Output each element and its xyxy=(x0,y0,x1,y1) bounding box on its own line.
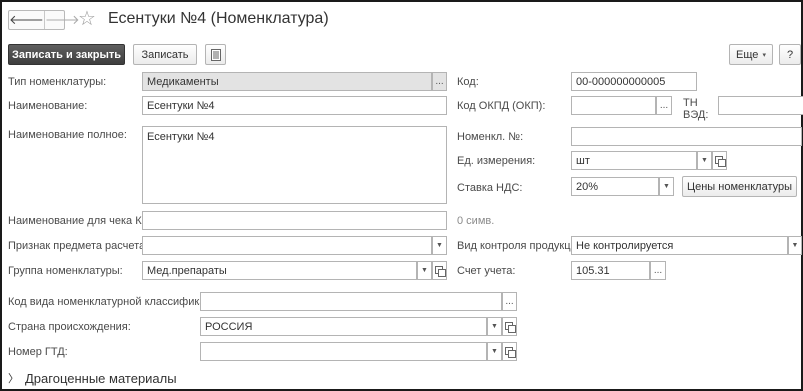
classification-label: Код вида номенклатурной классификации: xyxy=(8,296,228,308)
control-type-dropdown[interactable]: ▼ xyxy=(788,236,802,255)
classification-select-button[interactable]: ... xyxy=(502,292,517,311)
more-button[interactable]: Еще ▾ xyxy=(729,44,773,65)
gtd-open-button[interactable] xyxy=(502,342,517,361)
report-button[interactable] xyxy=(205,44,226,65)
dropdown-arrow-icon: ▼ xyxy=(491,323,498,330)
gtd-field[interactable] xyxy=(200,342,487,361)
group-label: Группа номенклатуры: xyxy=(8,265,123,277)
unit-field[interactable]: шт xyxy=(571,151,697,170)
unit-dropdown[interactable]: ▼ xyxy=(697,151,712,170)
code-label: Код: xyxy=(457,76,479,88)
group-field[interactable]: Мед.препараты xyxy=(142,261,417,280)
group-open-button[interactable] xyxy=(432,261,447,280)
forward-arrow-icon[interactable]: 🡒 xyxy=(43,11,80,29)
payment-subject-dropdown[interactable]: ▼ xyxy=(432,236,447,255)
dropdown-arrow-icon: ▼ xyxy=(701,157,708,164)
favorite-star-icon[interactable]: ☆ xyxy=(78,8,96,30)
gtd-dropdown[interactable]: ▼ xyxy=(487,342,502,361)
code-field[interactable]: 00-000000000005 xyxy=(571,72,697,91)
nomenkl-no-field[interactable] xyxy=(571,127,802,146)
save-button[interactable]: Записать xyxy=(133,44,197,65)
classification-field[interactable] xyxy=(200,292,502,311)
country-open-button[interactable] xyxy=(502,317,517,336)
unit-open-button[interactable] xyxy=(712,151,727,170)
vat-label: Ставка НДС: xyxy=(457,182,523,194)
vat-field[interactable]: 20% xyxy=(571,177,659,196)
receipt-name-label: Наименование для чека ККМ: xyxy=(8,215,161,227)
open-copy-icon xyxy=(505,322,516,333)
tnved-field[interactable] xyxy=(718,96,803,115)
name-label: Наименование: xyxy=(8,100,88,112)
precious-materials-section-title: Драгоценные материалы xyxy=(25,370,177,386)
gtd-label: Номер ГТД: xyxy=(8,346,68,358)
full-name-field[interactable]: Есентуки №4 xyxy=(142,126,447,204)
page-title: Есентуки №4 (Номенклатура) xyxy=(108,10,329,27)
navigation-buttons: 🡐 🡒 xyxy=(8,10,80,30)
okpd-field[interactable] xyxy=(571,96,656,115)
control-type-label: Вид контроля продукции: xyxy=(457,240,586,252)
save-and-close-button[interactable]: Записать и закрыть xyxy=(8,44,125,65)
group-dropdown[interactable]: ▼ xyxy=(417,261,432,280)
account-select-button[interactable]: ... xyxy=(650,261,666,280)
vat-dropdown[interactable]: ▼ xyxy=(659,177,674,196)
item-prices-button[interactable]: Цены номенклатуры xyxy=(682,176,797,197)
chevron-down-icon: ▾ xyxy=(762,51,766,59)
type-field[interactable]: Медикаменты xyxy=(142,72,432,91)
account-field[interactable]: 105.31 xyxy=(571,261,650,280)
back-arrow-icon[interactable]: 🡐 xyxy=(9,11,44,29)
full-name-label: Наименование полное: xyxy=(8,129,127,141)
dropdown-arrow-icon: ▼ xyxy=(791,242,799,249)
open-copy-icon xyxy=(435,266,446,277)
tnved-label: ТН ВЭД: xyxy=(683,97,709,121)
dropdown-arrow-icon: ▼ xyxy=(421,267,428,274)
nomenkl-no-label: Номенкл. №: xyxy=(457,131,524,143)
payment-subject-field[interactable] xyxy=(142,236,432,255)
unit-label: Ед. измерения: xyxy=(457,155,536,167)
form-window: 🡐 🡒 ☆ Есентуки №4 (Номенклатура) Записат… xyxy=(0,0,803,391)
country-dropdown[interactable]: ▼ xyxy=(487,317,502,336)
dropdown-arrow-icon: ▼ xyxy=(491,348,498,355)
receipt-char-counter: 0 симв. xyxy=(457,215,495,227)
document-icon xyxy=(210,48,221,61)
open-copy-icon xyxy=(505,347,516,358)
chevron-right-icon: 〉 xyxy=(8,373,19,385)
type-select-button[interactable]: ... xyxy=(432,72,447,91)
dropdown-arrow-icon: ▼ xyxy=(436,242,443,249)
control-type-field[interactable]: Не контролируется xyxy=(571,236,788,255)
type-label: Тип номенклатуры: xyxy=(8,76,107,88)
account-label: Счет учета: xyxy=(457,265,516,277)
payment-subject-label: Признак предмета расчета: xyxy=(8,240,149,252)
help-button[interactable]: ? xyxy=(779,44,801,65)
precious-materials-section-toggle[interactable]: 〉 Драгоценные материалы xyxy=(8,370,177,386)
country-label: Страна происхождения: xyxy=(8,321,131,333)
open-copy-icon xyxy=(715,156,726,167)
okpd-select-button[interactable]: ... xyxy=(656,96,672,115)
name-field[interactable]: Есентуки №4 xyxy=(142,96,447,115)
dropdown-arrow-icon: ▼ xyxy=(663,183,670,190)
more-label: Еще xyxy=(736,48,759,61)
okpd-label: Код ОКПД (ОКП): xyxy=(457,100,546,112)
country-field[interactable]: РОССИЯ xyxy=(200,317,487,336)
receipt-name-field[interactable] xyxy=(142,211,447,230)
